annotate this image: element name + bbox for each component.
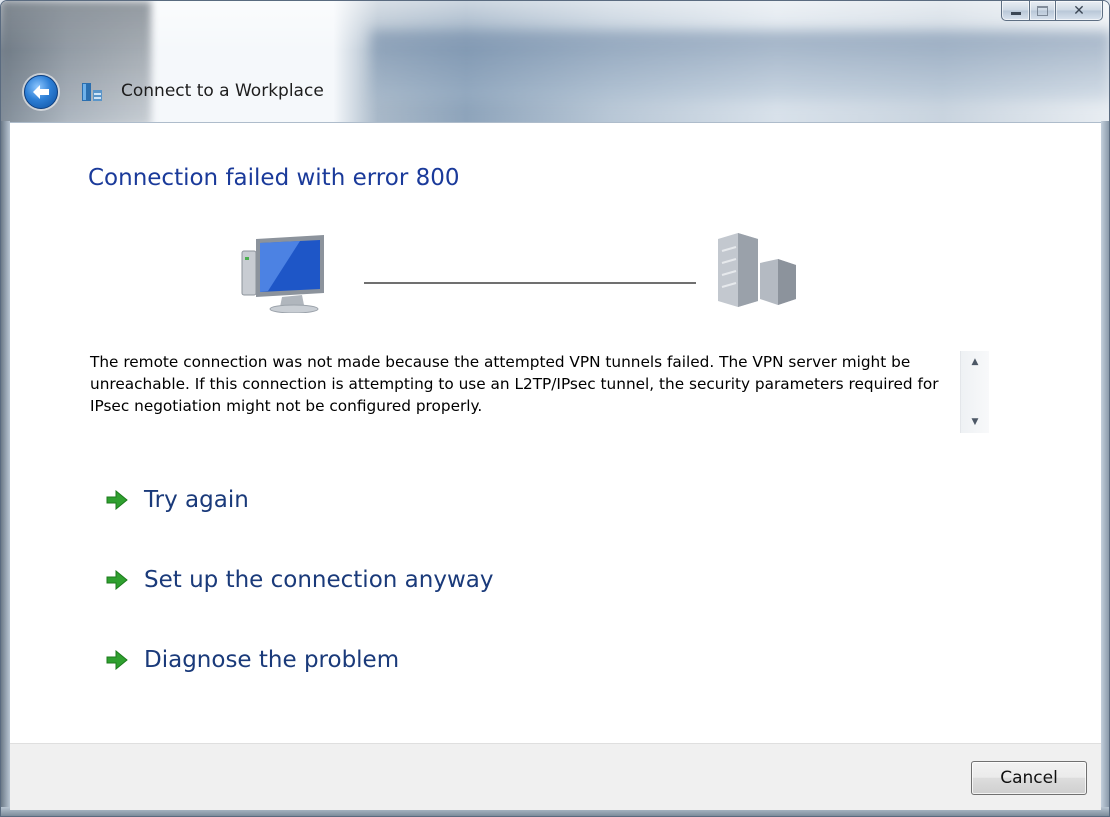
caption-buttons: ✕	[1001, 1, 1103, 21]
dialog-footer: Cancel	[10, 743, 1101, 810]
glass-blur-background	[371, 31, 1109, 101]
cancel-button[interactable]: Cancel	[971, 761, 1087, 795]
message-scrollbar[interactable]: ▲ ▼	[960, 351, 989, 433]
frame-right-edge	[1101, 121, 1109, 816]
close-icon: ✕	[1073, 2, 1085, 19]
connection-diagram	[241, 233, 796, 313]
option-label: Try again	[144, 487, 249, 513]
minimize-button[interactable]	[1001, 1, 1029, 21]
option-label: Diagnose the problem	[144, 647, 400, 673]
error-message-box: The remote connection was not made becau…	[90, 351, 989, 433]
scroll-down-icon[interactable]: ▼	[961, 411, 989, 433]
back-button[interactable]	[24, 75, 58, 109]
minimize-icon	[1010, 12, 1021, 15]
server-building-icon	[718, 233, 796, 307]
green-arrow-icon	[106, 490, 128, 510]
dialog-content: Connection failed with error 800 The rem…	[10, 122, 1101, 744]
green-arrow-icon	[106, 650, 128, 670]
window-title: Connect to a Workplace	[121, 81, 324, 101]
glass-blur-left	[1, 1, 151, 126]
option-label: Set up the connection anyway	[144, 567, 494, 593]
frame-left-edge	[1, 121, 10, 816]
option-try-again[interactable]: Try again	[106, 487, 249, 513]
option-diagnose[interactable]: Diagnose the problem	[106, 647, 399, 673]
close-button[interactable]: ✕	[1055, 1, 1103, 21]
maximize-button[interactable]	[1029, 1, 1055, 21]
computer-monitor-icon	[241, 235, 324, 313]
back-arrow-icon	[33, 85, 49, 99]
error-message: The remote connection was not made becau…	[90, 353, 939, 415]
network-connection-icon	[82, 83, 102, 101]
green-arrow-icon	[106, 570, 128, 590]
page-heading: Connection failed with error 800	[88, 165, 460, 191]
dialog-window: ✕ Connect to a Workplace Connection fail…	[0, 0, 1110, 817]
scroll-up-icon[interactable]: ▲	[961, 351, 989, 373]
maximize-icon	[1037, 5, 1048, 16]
option-set-up-anyway[interactable]: Set up the connection anyway	[106, 567, 493, 593]
